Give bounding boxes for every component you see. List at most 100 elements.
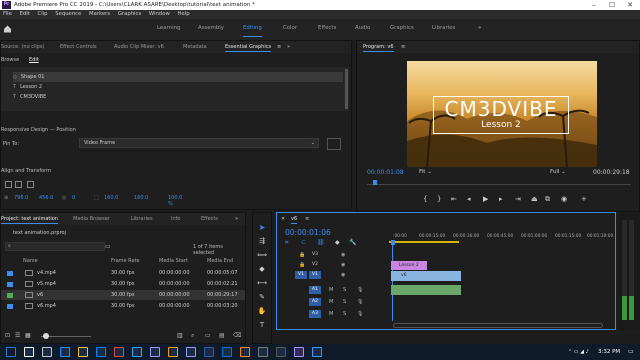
layer-item[interactable]: T Lesson 2 [13,82,42,92]
scale-width-value[interactable]: 160.0 [104,195,118,201]
close-icon[interactable]: ✕ [621,0,639,10]
quality-dropdown[interactable]: Full ⌄ [550,169,572,175]
time-ruler[interactable]: :00:00 00:00:15:00 00:00:30:00 00:00:45:… [389,228,615,239]
tab-effects[interactable]: Effects [201,213,218,225]
list-view-icon[interactable]: ☰ [15,332,20,339]
track-v2-label[interactable]: V2 [309,261,321,269]
mute-button[interactable]: M [329,299,333,305]
workspace-libraries[interactable]: Libraries [432,25,455,31]
slip-tool-icon[interactable]: ⟷ [256,279,268,289]
workspace-effects[interactable]: Effects [318,25,336,31]
tab-media-browser[interactable]: Media Browser [73,213,110,225]
razor-tool-icon[interactable]: ◆ [256,265,268,275]
panel-menu-icon[interactable]: ≡ [305,213,309,225]
track-v1-label[interactable]: V1 [309,271,321,279]
project-row[interactable]: v4.mp4 30.00 fps 00:00:00:00 00:00:05:07 [1,268,245,278]
menu-help[interactable]: Help [177,10,189,19]
solo-button[interactable]: S [343,311,346,317]
chrome-icon[interactable] [114,347,124,357]
premiere-icon[interactable] [186,347,196,357]
vlc-icon[interactable] [240,347,250,357]
explorer-icon[interactable] [78,347,88,357]
label-color-swatch[interactable] [7,282,13,287]
find-icon[interactable]: ⌕ [191,332,194,340]
snap-icon[interactable]: ⊂ [301,239,306,246]
menu-edit[interactable]: Edit [20,10,30,19]
step-back-icon[interactable]: ◂ [467,195,471,203]
marker-icon[interactable]: ◆ [335,239,340,246]
panel-expand-icon[interactable]: » [235,213,238,225]
trash-icon[interactable]: ⌫ [233,332,241,339]
windows-icon[interactable] [6,347,16,357]
label-color-swatch[interactable] [7,304,13,309]
workspace-audio[interactable]: Audio [355,25,370,31]
panel-menu-icon[interactable]: ≡ [277,41,281,53]
mail-icon[interactable] [222,347,232,357]
new-bin-icon[interactable]: ▭ [105,243,111,250]
project-row[interactable]: v5.mp4 30.00 fps 00:00:00:00 00:00:02:21 [1,279,245,289]
ie-icon[interactable] [60,347,70,357]
track-v3-label[interactable]: V3 [309,251,321,259]
menu-markers[interactable]: Markers [89,10,110,19]
video-frame[interactable]: CM3DVIBE Lesson 2 [407,61,597,167]
pen-tool-icon[interactable]: ✎ [256,293,268,303]
type-tool-icon[interactable]: T [256,321,268,331]
extract-icon[interactable]: ⧉ [545,195,550,204]
go-to-out-icon[interactable]: ⇥ [515,195,521,203]
menu-graphics[interactable]: Graphics [118,10,141,19]
lock-icon[interactable]: 🔒 [299,262,305,268]
aftereffects-icon[interactable] [150,347,160,357]
track-a2-label[interactable]: A2 [309,298,321,306]
linked-selection-icon[interactable]: ⛓ [317,239,325,246]
col-frame-rate[interactable]: Frame Rate [111,256,140,266]
video-clip[interactable]: v6 [391,271,461,281]
icon-view-icon[interactable]: ▦ [25,332,31,339]
solo-button[interactable]: S [343,299,346,305]
panel-expand-icon[interactable]: » [287,41,290,53]
lift-icon[interactable]: ⏏ [531,195,538,203]
track-a1-label[interactable]: A1 [309,286,321,294]
eye-icon[interactable]: ◉ [341,252,345,258]
workspace-editing[interactable]: Editing [243,25,262,37]
step-forward-icon[interactable]: ▸ [499,195,503,203]
microphone-icon[interactable]: 🎙 [357,311,363,317]
workspace-more-button[interactable]: » [478,25,481,31]
track-a3-label[interactable]: A3 [309,310,321,318]
align-icon[interactable] [27,181,34,188]
menu-window[interactable]: Window [149,10,170,19]
microphone-icon[interactable]: 🎙 [357,299,363,305]
tab-essential-graphics[interactable]: Essential Graphics [225,41,272,53]
hand-tool-icon[interactable]: ✋ [256,307,268,317]
mark-in-icon[interactable]: { [423,195,427,203]
col-media-start[interactable]: Media Start [159,256,188,266]
col-media-end[interactable]: Media End [207,256,233,266]
align-icon[interactable] [15,181,22,188]
tab-source[interactable]: Source: (no clips) [1,41,44,53]
work-area-bar[interactable] [389,241,459,243]
subtab-browse[interactable]: Browse [1,55,19,65]
audio-clip[interactable] [391,285,461,295]
col-name[interactable]: Name [23,256,38,266]
add-button-icon[interactable]: + [581,195,587,203]
mark-out-icon[interactable]: } [437,195,441,203]
selection-tool-icon[interactable]: ➤ [256,223,268,233]
search-icon[interactable] [24,347,34,357]
new-item-icon[interactable]: ▤ [219,332,225,339]
program-timecode[interactable]: 00:00:01:08 [367,169,404,176]
workspace-assembly[interactable]: Assembly [198,25,224,31]
menu-file[interactable]: File [3,10,12,19]
layer-list-scrollbar[interactable] [345,69,348,109]
premiere-active-icon[interactable] [294,347,304,357]
media-encoder-icon[interactable] [204,347,214,357]
pin-to-dropdown[interactable]: Video Frame ⌄ [79,138,319,148]
tab-libraries[interactable]: Libraries [131,213,153,225]
menu-sequence[interactable]: Sequence [55,10,81,19]
maximize-icon[interactable]: ☐ [603,0,621,10]
timeline-scrollbar[interactable] [393,323,603,328]
tab-program[interactable]: Program: v6 [363,41,394,53]
automate-icon[interactable]: ▥ [177,332,183,339]
label-color-swatch[interactable] [7,293,13,298]
track-select-tool-icon[interactable]: ⇶ [256,237,268,247]
playhead-icon[interactable] [373,180,377,185]
project-row[interactable]: v6 30.00 fps 00:00:00:00 00:00:29:17 [1,290,245,300]
